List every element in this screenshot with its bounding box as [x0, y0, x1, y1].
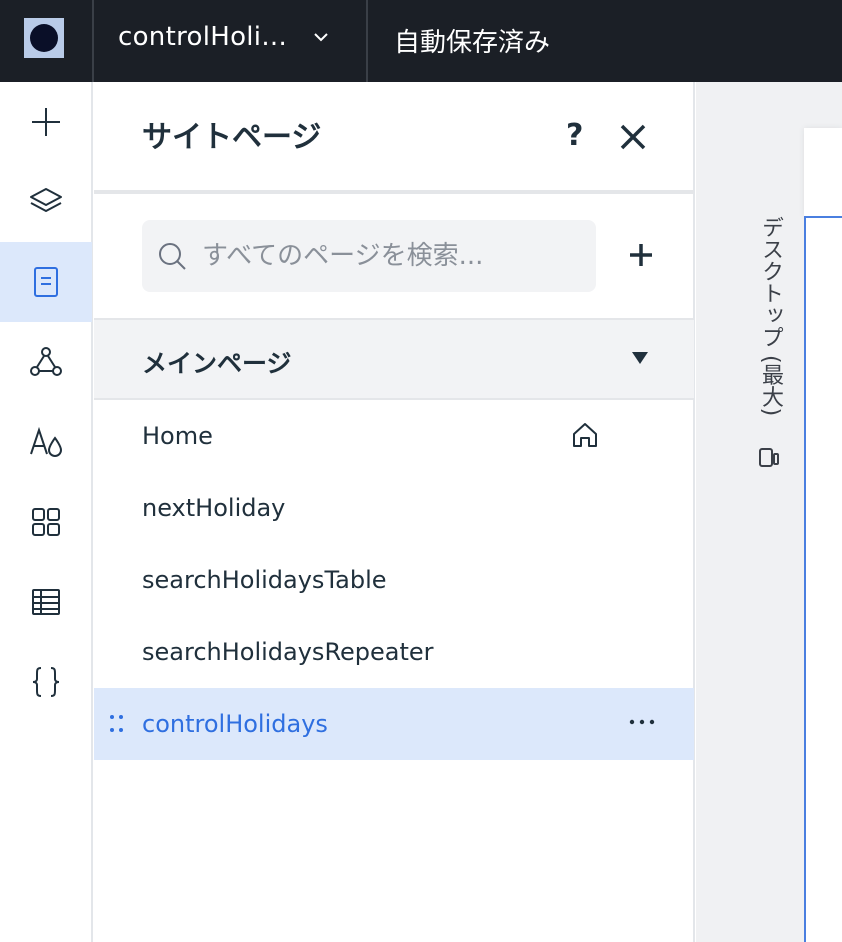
- layers-icon: [30, 188, 62, 212]
- left-tool-rail: [0, 82, 93, 942]
- page-header-frame[interactable]: [804, 128, 842, 216]
- search-input[interactable]: [202, 236, 582, 276]
- search-icon: [159, 243, 186, 270]
- site-pages-panel: サイトページ ? メインページ Home nextHoliday searchH…: [94, 82, 695, 942]
- rail-layers-button[interactable]: [0, 162, 92, 242]
- page-item-label: searchHolidaysRepeater: [142, 638, 434, 666]
- connections-icon: [30, 347, 62, 376]
- device-icon[interactable]: [758, 446, 780, 470]
- site-name[interactable]: controlHoli...: [118, 22, 287, 52]
- close-icon[interactable]: [618, 122, 648, 152]
- main-pages-section-header[interactable]: メインページ: [94, 318, 694, 400]
- page-body-frame[interactable]: [804, 216, 842, 942]
- home-icon: [573, 423, 597, 447]
- page-item-home[interactable]: Home: [94, 400, 694, 472]
- plus-icon: [32, 108, 60, 136]
- top-bar: controlHoli... 自動保存済み: [0, 0, 842, 82]
- breakpoint-label: デスクトップ (最大): [758, 216, 783, 417]
- caret-down-icon[interactable]: [630, 350, 650, 366]
- drag-handle-icon[interactable]: [108, 714, 126, 734]
- chevron-down-icon[interactable]: [310, 26, 332, 48]
- more-options-icon[interactable]: [628, 710, 656, 734]
- add-page-icon[interactable]: [626, 240, 656, 270]
- section-title: メインページ: [142, 349, 292, 378]
- help-button[interactable]: ?: [566, 118, 583, 153]
- page-item-search-holidays-table[interactable]: searchHolidaysTable: [94, 544, 694, 616]
- code-braces-icon: [32, 667, 60, 697]
- panel-divider: [94, 190, 694, 194]
- page-item-label: Home: [142, 422, 213, 450]
- page-item-label: controlHolidays: [142, 710, 328, 738]
- topbar-divider: [92, 0, 94, 82]
- rail-code-button[interactable]: [0, 642, 92, 722]
- rail-theme-button[interactable]: [0, 402, 92, 482]
- topbar-divider: [366, 0, 368, 82]
- page-item-next-holiday[interactable]: nextHoliday: [94, 472, 694, 544]
- autosave-status: 自動保存済み: [394, 28, 551, 58]
- rail-connections-button[interactable]: [0, 322, 92, 402]
- pages-icon: [34, 267, 58, 297]
- theme-icon: [30, 426, 63, 457]
- page-item-label: searchHolidaysTable: [142, 566, 387, 594]
- panel-title: サイトページ: [142, 120, 322, 155]
- rail-apps-button[interactable]: [0, 482, 92, 562]
- apps-grid-icon: [32, 508, 60, 536]
- rail-cms-button[interactable]: [0, 562, 92, 642]
- rail-pages-button[interactable]: [0, 242, 92, 322]
- page-item-search-holidays-repeater[interactable]: searchHolidaysRepeater: [94, 616, 694, 688]
- site-logo[interactable]: [24, 18, 64, 58]
- rail-add-button[interactable]: [0, 82, 92, 162]
- logo-icon: [30, 24, 58, 52]
- search-box[interactable]: [142, 220, 596, 292]
- table-icon: [32, 589, 60, 615]
- page-item-label: nextHoliday: [142, 494, 286, 522]
- page-item-control-holidays[interactable]: controlHolidays: [94, 688, 694, 760]
